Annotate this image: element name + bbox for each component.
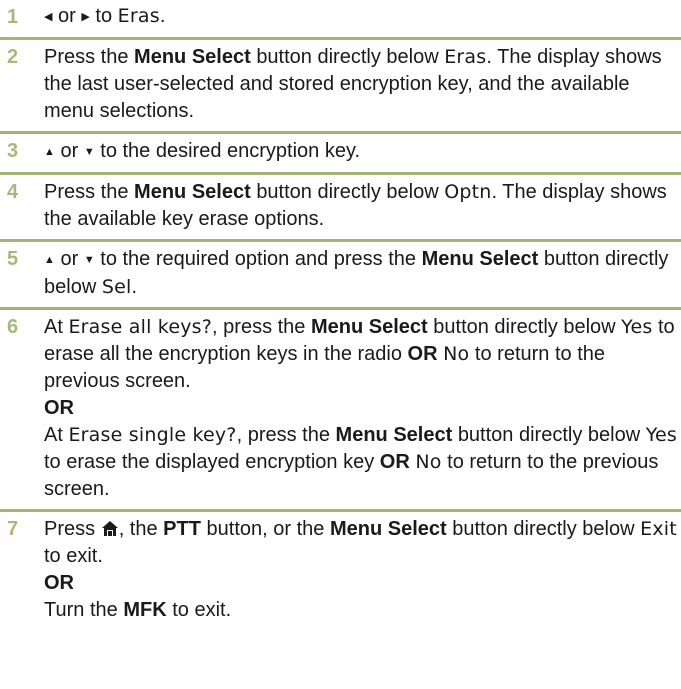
text: At <box>44 424 63 446</box>
display-text-sel: Sel <box>101 276 132 298</box>
text: button, or the <box>206 518 325 540</box>
menu-select-label: Menu Select <box>134 46 251 68</box>
menu-select-label: Menu Select <box>421 248 539 270</box>
display-text-optn: Optn <box>444 181 492 203</box>
step-number: 1 <box>7 6 19 28</box>
display-text-erase-all: Erase all keys? <box>68 316 213 338</box>
step-number: 2 <box>7 46 19 68</box>
display-text-no: No <box>443 343 470 365</box>
text: , press the <box>236 424 330 446</box>
text: or <box>60 140 79 162</box>
text: Press <box>44 518 96 540</box>
home-icon <box>101 521 118 536</box>
up-arrow-icon: ▲ <box>44 146 55 158</box>
text: to exit. <box>172 599 232 621</box>
text: or <box>58 5 76 27</box>
text: to the required option and press the <box>100 248 417 270</box>
display-text-eras: Eras <box>444 46 487 68</box>
text: button directly below <box>457 424 641 446</box>
display-text-no: No <box>415 451 442 473</box>
text: Press the <box>44 181 129 203</box>
down-arrow-icon: ▼ <box>83 254 95 266</box>
text: button directly below <box>256 46 439 68</box>
step-number: 3 <box>7 140 19 162</box>
step-number: 6 <box>7 316 19 338</box>
text: , press the <box>212 316 306 338</box>
up-arrow-icon: ▲ <box>44 254 55 266</box>
step-number: 5 <box>7 248 19 270</box>
display-text-eras: Eras <box>117 5 160 27</box>
down-arrow-icon: ▼ <box>83 146 95 158</box>
menu-select-label: Menu Select <box>134 181 251 203</box>
text: button directly below <box>433 316 616 338</box>
display-text-yes: Yes <box>645 424 677 446</box>
step-3: 3 ▲ or ▼ to the desired encryption key. <box>0 134 681 175</box>
step-number: 7 <box>7 518 19 540</box>
step-1: 1 ◀ or ▶ to Eras. <box>0 0 681 40</box>
procedure-steps: 1 ◀ or ▶ to Eras. 2 Press the Menu Selec… <box>0 0 681 630</box>
text: Turn the <box>44 599 118 621</box>
text: button directly below <box>256 181 439 203</box>
menu-select-label: Menu Select <box>311 316 428 338</box>
step-7: 7 Press , the PTT button, or the Menu Se… <box>0 512 681 630</box>
right-arrow-icon: ▶ <box>81 11 90 23</box>
step-6: 6 At Erase all keys?, press the Menu Sel… <box>0 310 681 512</box>
text: , the <box>118 518 158 540</box>
or-separator: OR <box>44 572 74 594</box>
or-label: OR <box>407 343 438 365</box>
text: . <box>159 5 166 27</box>
step-2: 2 Press the Menu Select button directly … <box>0 40 681 134</box>
display-text-erase-single: Erase single key? <box>68 424 237 446</box>
or-label: OR <box>379 451 410 473</box>
left-arrow-icon: ◀ <box>44 11 53 23</box>
text: or <box>60 248 79 270</box>
text: button directly below <box>452 518 635 540</box>
display-text-yes: Yes <box>621 316 653 338</box>
text: At <box>44 316 63 338</box>
or-separator: OR <box>44 397 74 419</box>
display-text-exit: Exit <box>640 518 677 540</box>
text: to exit. <box>44 545 103 567</box>
mfk-label: MFK <box>123 599 167 621</box>
menu-select-label: Menu Select <box>335 424 453 446</box>
text: Press the <box>44 46 129 68</box>
text: . <box>131 276 138 298</box>
step-5: 5 ▲ or ▼ to the required option and pres… <box>0 242 681 310</box>
step-4: 4 Press the Menu Select button directly … <box>0 175 681 242</box>
text: to <box>95 5 113 27</box>
ptt-label: PTT <box>163 518 201 540</box>
text: to the desired encryption key. <box>100 140 361 162</box>
text: to erase the displayed encryption key <box>44 451 375 473</box>
menu-select-label: Menu Select <box>329 518 447 540</box>
step-number: 4 <box>7 181 19 203</box>
